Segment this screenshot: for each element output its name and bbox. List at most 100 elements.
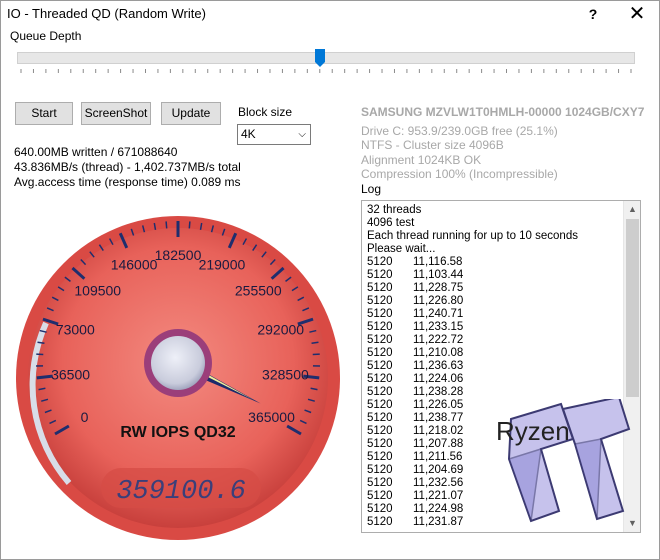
log-header-line: Each thread running for up to 10 seconds: [367, 230, 578, 242]
queue-depth-label: Queue Depth: [10, 29, 82, 43]
log-row-value: 11,211.56: [413, 451, 463, 463]
drive-compression: Compression 100% (Incompressible): [361, 167, 558, 181]
gauge-hub: [151, 336, 205, 390]
gauge-scale-label: 109500: [74, 283, 121, 299]
gauge-scale-label: 73000: [56, 322, 95, 338]
block-size-label: Block size: [238, 105, 293, 119]
log-row-size: 5120: [367, 282, 393, 294]
log-row: 5120 11,240.71: [367, 308, 622, 321]
log-row: 5120 11,222.72: [367, 334, 622, 347]
log-row-value: 11,238.28: [413, 386, 464, 398]
gauge-scale-label: 146000: [111, 256, 158, 272]
update-button[interactable]: Update: [161, 102, 221, 125]
block-size-select[interactable]: 4K ⌵: [237, 124, 311, 145]
help-button[interactable]: ?: [573, 1, 613, 28]
speed-text: 43.836MB/s (thread) - 1,402.737MB/s tota…: [14, 160, 241, 174]
log-row-value: 11,210.08: [413, 347, 464, 359]
log-row-size: 5120: [367, 516, 393, 528]
log-row-size: 5120: [367, 256, 393, 268]
drive-alignment: Alignment 1024KB OK: [361, 152, 482, 167]
slider-track[interactable]: [17, 52, 635, 64]
drive-free: Drive C: 953.9/239.0GB free (25.1%): [361, 123, 558, 138]
log-label: Log: [361, 182, 382, 196]
log-row-value: 11,224.06: [413, 373, 464, 385]
drive-model: SAMSUNG MZVLW1T0HMLH-00000 1024GB/CXY7: [361, 105, 645, 119]
chevron-down-icon: ⌵: [298, 129, 306, 140]
iops-gauge: 0 36500 73000 109500 146000182500219000 25550…: [16, 216, 340, 540]
log-row-size: 5120: [367, 347, 393, 359]
log-row: 5120 11,228.75: [367, 282, 622, 295]
log-row-value: 11,224.98: [413, 503, 464, 515]
log-row-value: 11,233.15: [413, 321, 464, 333]
io-window: IO - Threaded QD (Random Write) ? ✕ Queu…: [0, 0, 660, 560]
log-row-size: 5120: [367, 295, 393, 307]
log-row-value: 11,204.69: [413, 464, 464, 476]
gauge-scale-label: 0: [81, 409, 89, 425]
log-row-size: 5120: [367, 269, 393, 281]
log-row-value: 11,222.72: [413, 334, 464, 346]
log-row-size: 5120: [367, 334, 393, 346]
log-row-value: 11,238.77: [413, 412, 464, 424]
gauge-minor-tick: [165, 221, 168, 229]
log-row: 5120 11,210.08: [367, 347, 622, 360]
scroll-thumb[interactable]: [626, 219, 639, 397]
log-row-value: 11,231.87: [413, 516, 464, 528]
log-row-size: 5120: [367, 464, 393, 476]
log-row-size: 5120: [367, 399, 393, 411]
slider-ticks: [20, 69, 632, 73]
log-header-line: Please wait...: [367, 243, 436, 255]
log-row: 5120 11,116.58: [367, 256, 622, 269]
log-row-size: 5120: [367, 451, 393, 463]
gauge-minor-tick: [311, 341, 319, 345]
gauge-scale-label: 182500: [155, 247, 202, 263]
log-row-value: 11,221.07: [413, 490, 464, 502]
title-bar: IO - Threaded QD (Random Write) ? ✕: [1, 1, 659, 28]
log-row-size: 5120: [367, 438, 393, 450]
log-row-size: 5120: [367, 425, 393, 437]
log-row-value: 11,218.02: [413, 425, 464, 437]
log-row-value: 11,226.05: [413, 399, 464, 411]
log-row: 5120 11,103.44: [367, 269, 622, 282]
log-row-size: 5120: [367, 308, 393, 320]
gauge-scale-label: 219000: [199, 256, 246, 272]
stats-panel: 640.00MB written / 671088640 43.836MB/s …: [14, 145, 241, 190]
gauge-scale-label: 365000: [248, 409, 295, 425]
log-row: 5120 11,238.28: [367, 386, 622, 399]
log-row-value: 11,228.75: [413, 282, 464, 294]
gauge-scale-label: 292000: [257, 322, 304, 338]
log-row-size: 5120: [367, 386, 393, 398]
gauge-minor-tick: [37, 341, 45, 345]
written-text: 640.00MB written / 671088640: [14, 145, 178, 159]
gauge-scale-label: 328500: [262, 366, 309, 382]
queue-depth-slider[interactable]: [17, 49, 635, 67]
log-row: 5120 11,236.63: [367, 360, 622, 373]
log-row-size: 5120: [367, 490, 393, 502]
screenshot-button[interactable]: ScreenShot: [81, 102, 151, 125]
block-size-value: 4K: [241, 127, 256, 141]
log-row-value: 11,232.56: [413, 477, 464, 489]
window-title: IO - Threaded QD (Random Write): [7, 6, 206, 21]
drive-fs: NTFS - Cluster size 4096B: [361, 138, 504, 152]
scroll-up-icon[interactable]: ▲: [624, 201, 640, 218]
start-button[interactable]: Start: [15, 102, 73, 125]
log-row-size: 5120: [367, 373, 393, 385]
log-row-value: 11,207.88: [413, 438, 464, 450]
log-row-value: 11,240.71: [413, 308, 464, 320]
log-row-value: 11,103.44: [413, 269, 464, 281]
log-row-size: 5120: [367, 321, 393, 333]
log-header-line: 4096 test: [367, 217, 415, 229]
ryzen-watermark: Ryzen: [496, 416, 570, 446]
log-row: 5120 11,233.15: [367, 321, 622, 334]
drive-info: SAMSUNG MZVLW1T0HMLH-00000 1024GB/CXY7 D…: [361, 105, 644, 182]
access-time-text: Avg.access time (response time) 0.089 ms: [14, 175, 241, 189]
log-row-size: 5120: [367, 360, 393, 372]
log-row: 5120 11,224.06: [367, 373, 622, 386]
log-row-value: 11,226.80: [413, 295, 464, 307]
log-row-size: 5120: [367, 412, 393, 424]
log-header-line: 32 threads: [367, 204, 422, 216]
gauge-scale-label: 255500: [235, 283, 282, 299]
slider-thumb[interactable]: [314, 49, 325, 67]
digital-readout: 359100.6: [116, 477, 246, 507]
gauge-title: RW IOPS QD32: [120, 424, 235, 441]
close-button[interactable]: ✕: [617, 1, 657, 28]
